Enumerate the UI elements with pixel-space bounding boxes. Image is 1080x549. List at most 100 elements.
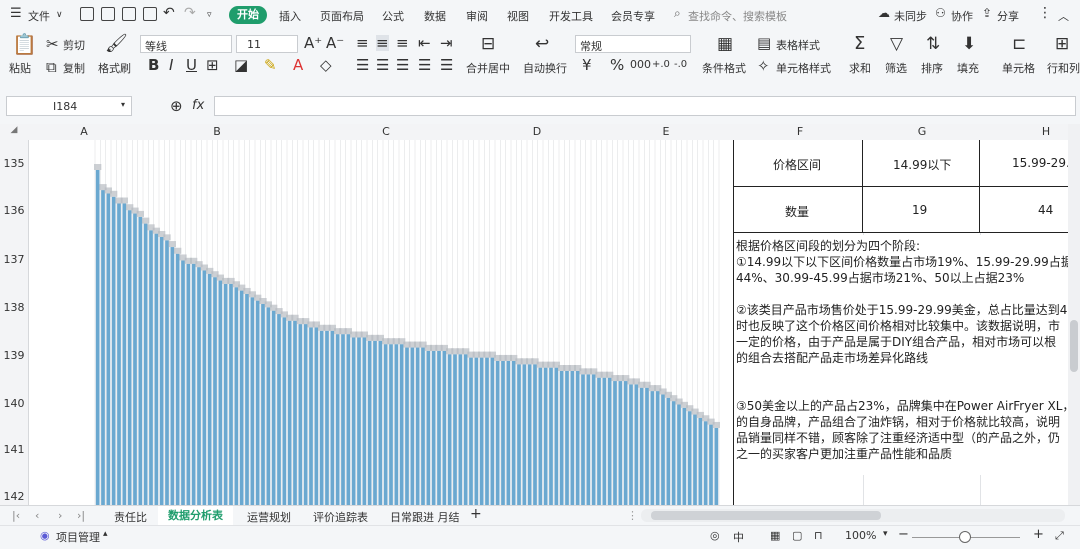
font-color-icon[interactable]: A bbox=[293, 57, 303, 73]
eye-icon[interactable]: ◎ bbox=[710, 529, 720, 542]
indent-increase-icon[interactable]: ⇥ bbox=[440, 35, 453, 51]
sheet-tab-analysis[interactable]: 数据分析表 bbox=[158, 506, 233, 526]
page-break-icon[interactable]: ⊓ bbox=[814, 529, 823, 542]
cell-icon[interactable]: ⊏ bbox=[1012, 36, 1026, 53]
merge-center-button[interactable]: 合并居中 bbox=[466, 60, 510, 76]
print-icon[interactable] bbox=[122, 7, 136, 21]
tab-home[interactable]: 开始 bbox=[229, 6, 267, 24]
row-header-141[interactable]: 141 bbox=[0, 443, 28, 456]
last-sheet-icon[interactable]: ›| bbox=[77, 509, 85, 522]
align-top-icon[interactable]: ≡ bbox=[356, 35, 369, 51]
quick-access-dropdown-icon[interactable]: ▿ bbox=[207, 10, 212, 20]
format-painter-button[interactable]: 格式刷 bbox=[98, 60, 131, 76]
row-col-icon[interactable]: ⊞ bbox=[1055, 36, 1069, 53]
zoom-in-icon[interactable]: + bbox=[1033, 527, 1044, 542]
row-header-140[interactable]: 140 bbox=[0, 397, 28, 410]
search-icon[interactable]: ⌕ bbox=[674, 6, 681, 21]
first-sheet-icon[interactable]: |‹ bbox=[12, 509, 20, 522]
row-header-139[interactable]: 139 bbox=[0, 349, 28, 362]
clear-format-icon[interactable]: ◇ bbox=[320, 57, 332, 73]
currency-icon[interactable]: ¥ bbox=[582, 57, 592, 73]
project-management[interactable]: 项目管理 bbox=[56, 529, 100, 545]
tab-developer[interactable]: 开发工具 bbox=[549, 8, 593, 24]
align-middle-icon[interactable]: ≡ bbox=[376, 35, 389, 51]
border-icon[interactable]: ⊞ bbox=[206, 57, 219, 73]
filter-icon[interactable]: ▽ bbox=[890, 36, 903, 53]
align-center-icon[interactable]: ☰ bbox=[376, 57, 389, 73]
font-size-select[interactable]: 11 bbox=[236, 35, 298, 53]
underline-icon[interactable]: U bbox=[186, 57, 197, 73]
tab-review[interactable]: 审阅 bbox=[466, 8, 488, 24]
cell-button[interactable]: 单元格 bbox=[1002, 60, 1035, 76]
wrap-text-icon[interactable]: ↩ bbox=[535, 36, 549, 53]
sort-button[interactable]: 排序 bbox=[921, 60, 943, 76]
thousands-icon[interactable]: 000 bbox=[630, 57, 651, 73]
fill-icon[interactable]: ⬇ bbox=[962, 36, 976, 53]
fill-button[interactable]: 填充 bbox=[957, 60, 979, 76]
fullscreen-icon[interactable]: ⤢ bbox=[1055, 529, 1064, 543]
tab-page-layout[interactable]: 页面布局 bbox=[320, 8, 364, 24]
print-preview-icon[interactable] bbox=[143, 7, 157, 21]
cut-button[interactable]: 剪切 bbox=[63, 37, 85, 53]
user-icon[interactable]: ⚇ bbox=[935, 6, 946, 20]
cut-icon[interactable]: ✂ bbox=[46, 36, 59, 52]
increase-decimal-icon[interactable]: +.0 bbox=[652, 57, 670, 73]
save-icon[interactable] bbox=[80, 7, 94, 21]
table-style-button[interactable]: 表格样式 bbox=[776, 37, 820, 53]
italic-icon[interactable]: I bbox=[169, 57, 173, 73]
collaborate-button[interactable]: 协作 bbox=[951, 8, 973, 24]
page-view-icon[interactable]: ▢ bbox=[792, 529, 802, 542]
search-input[interactable]: 查找命令、搜索模板 bbox=[688, 8, 787, 24]
sheet-tab-reviews[interactable]: 评价追踪表 bbox=[313, 509, 368, 525]
more-icon[interactable]: ⋮ bbox=[1038, 5, 1052, 21]
number-format-select[interactable]: 常规 bbox=[575, 35, 691, 53]
share-button[interactable]: 分享 bbox=[997, 8, 1019, 24]
formula-input[interactable] bbox=[214, 96, 1076, 116]
vertical-scrollbar[interactable] bbox=[1068, 124, 1080, 505]
cell-style-button[interactable]: 单元格样式 bbox=[776, 60, 831, 76]
add-sheet-icon[interactable]: + bbox=[470, 506, 482, 522]
zoom-out-icon[interactable]: − bbox=[898, 527, 909, 542]
zoom-level[interactable]: 100% bbox=[845, 529, 876, 542]
scrollbar-thumb[interactable] bbox=[1070, 320, 1078, 372]
column-header-a[interactable]: A bbox=[74, 125, 94, 138]
copy-icon[interactable]: ⧉ bbox=[46, 59, 57, 75]
align-left-icon[interactable]: ☰ bbox=[356, 57, 369, 73]
sum-button[interactable]: 求和 bbox=[849, 60, 871, 76]
scrollbar-thumb[interactable] bbox=[651, 511, 881, 520]
zoom-slider-handle[interactable] bbox=[959, 531, 971, 543]
column-header-d[interactable]: D bbox=[527, 125, 547, 138]
share-icon[interactable]: ⇪ bbox=[982, 6, 992, 20]
prev-sheet-icon[interactable]: ‹ bbox=[35, 509, 39, 522]
cell-style-icon[interactable]: ✧ bbox=[757, 58, 770, 74]
zoom-icon[interactable]: ⊕ bbox=[170, 98, 183, 114]
hamburger-icon[interactable]: ☰ bbox=[10, 6, 22, 21]
align-right-icon[interactable]: ☰ bbox=[396, 57, 409, 73]
tab-data[interactable]: 数据 bbox=[424, 8, 446, 24]
table-style-icon[interactable]: ▤ bbox=[757, 35, 771, 51]
bold-icon[interactable]: B bbox=[148, 57, 159, 73]
row-header-136[interactable]: 136 bbox=[0, 204, 28, 217]
sum-icon[interactable]: Σ bbox=[854, 35, 865, 53]
increase-font-icon[interactable]: A⁺ bbox=[304, 35, 322, 51]
tab-view[interactable]: 视图 bbox=[507, 8, 529, 24]
horizontal-scrollbar[interactable] bbox=[641, 509, 1065, 522]
distributed-icon[interactable]: ☰ bbox=[440, 57, 453, 73]
justify-icon[interactable]: ☰ bbox=[418, 57, 431, 73]
undo-icon[interactable]: ↶ bbox=[163, 5, 175, 21]
indent-decrease-icon[interactable]: ⇤ bbox=[418, 35, 431, 51]
sheet-tab-operations[interactable]: 运营规划 bbox=[247, 509, 291, 525]
column-header-c[interactable]: C bbox=[376, 125, 396, 138]
chevron-up-icon[interactable]: ▴ bbox=[103, 529, 108, 539]
next-sheet-icon[interactable]: › bbox=[58, 509, 62, 522]
project-icon[interactable]: ◉ bbox=[40, 529, 50, 542]
column-header-g[interactable]: G bbox=[912, 125, 932, 138]
collapse-ribbon-icon[interactable]: ︿ bbox=[1058, 8, 1069, 24]
input-mode[interactable]: 中 bbox=[733, 529, 744, 545]
name-box[interactable]: I184 ▾ bbox=[6, 96, 132, 116]
file-menu[interactable]: 文件 bbox=[28, 8, 50, 24]
fill-color-icon[interactable]: ◪ bbox=[234, 57, 248, 73]
decrease-decimal-icon[interactable]: -.0 bbox=[674, 57, 687, 73]
redo-icon[interactable]: ↷ bbox=[184, 5, 196, 21]
filter-button[interactable]: 筛选 bbox=[885, 60, 907, 76]
